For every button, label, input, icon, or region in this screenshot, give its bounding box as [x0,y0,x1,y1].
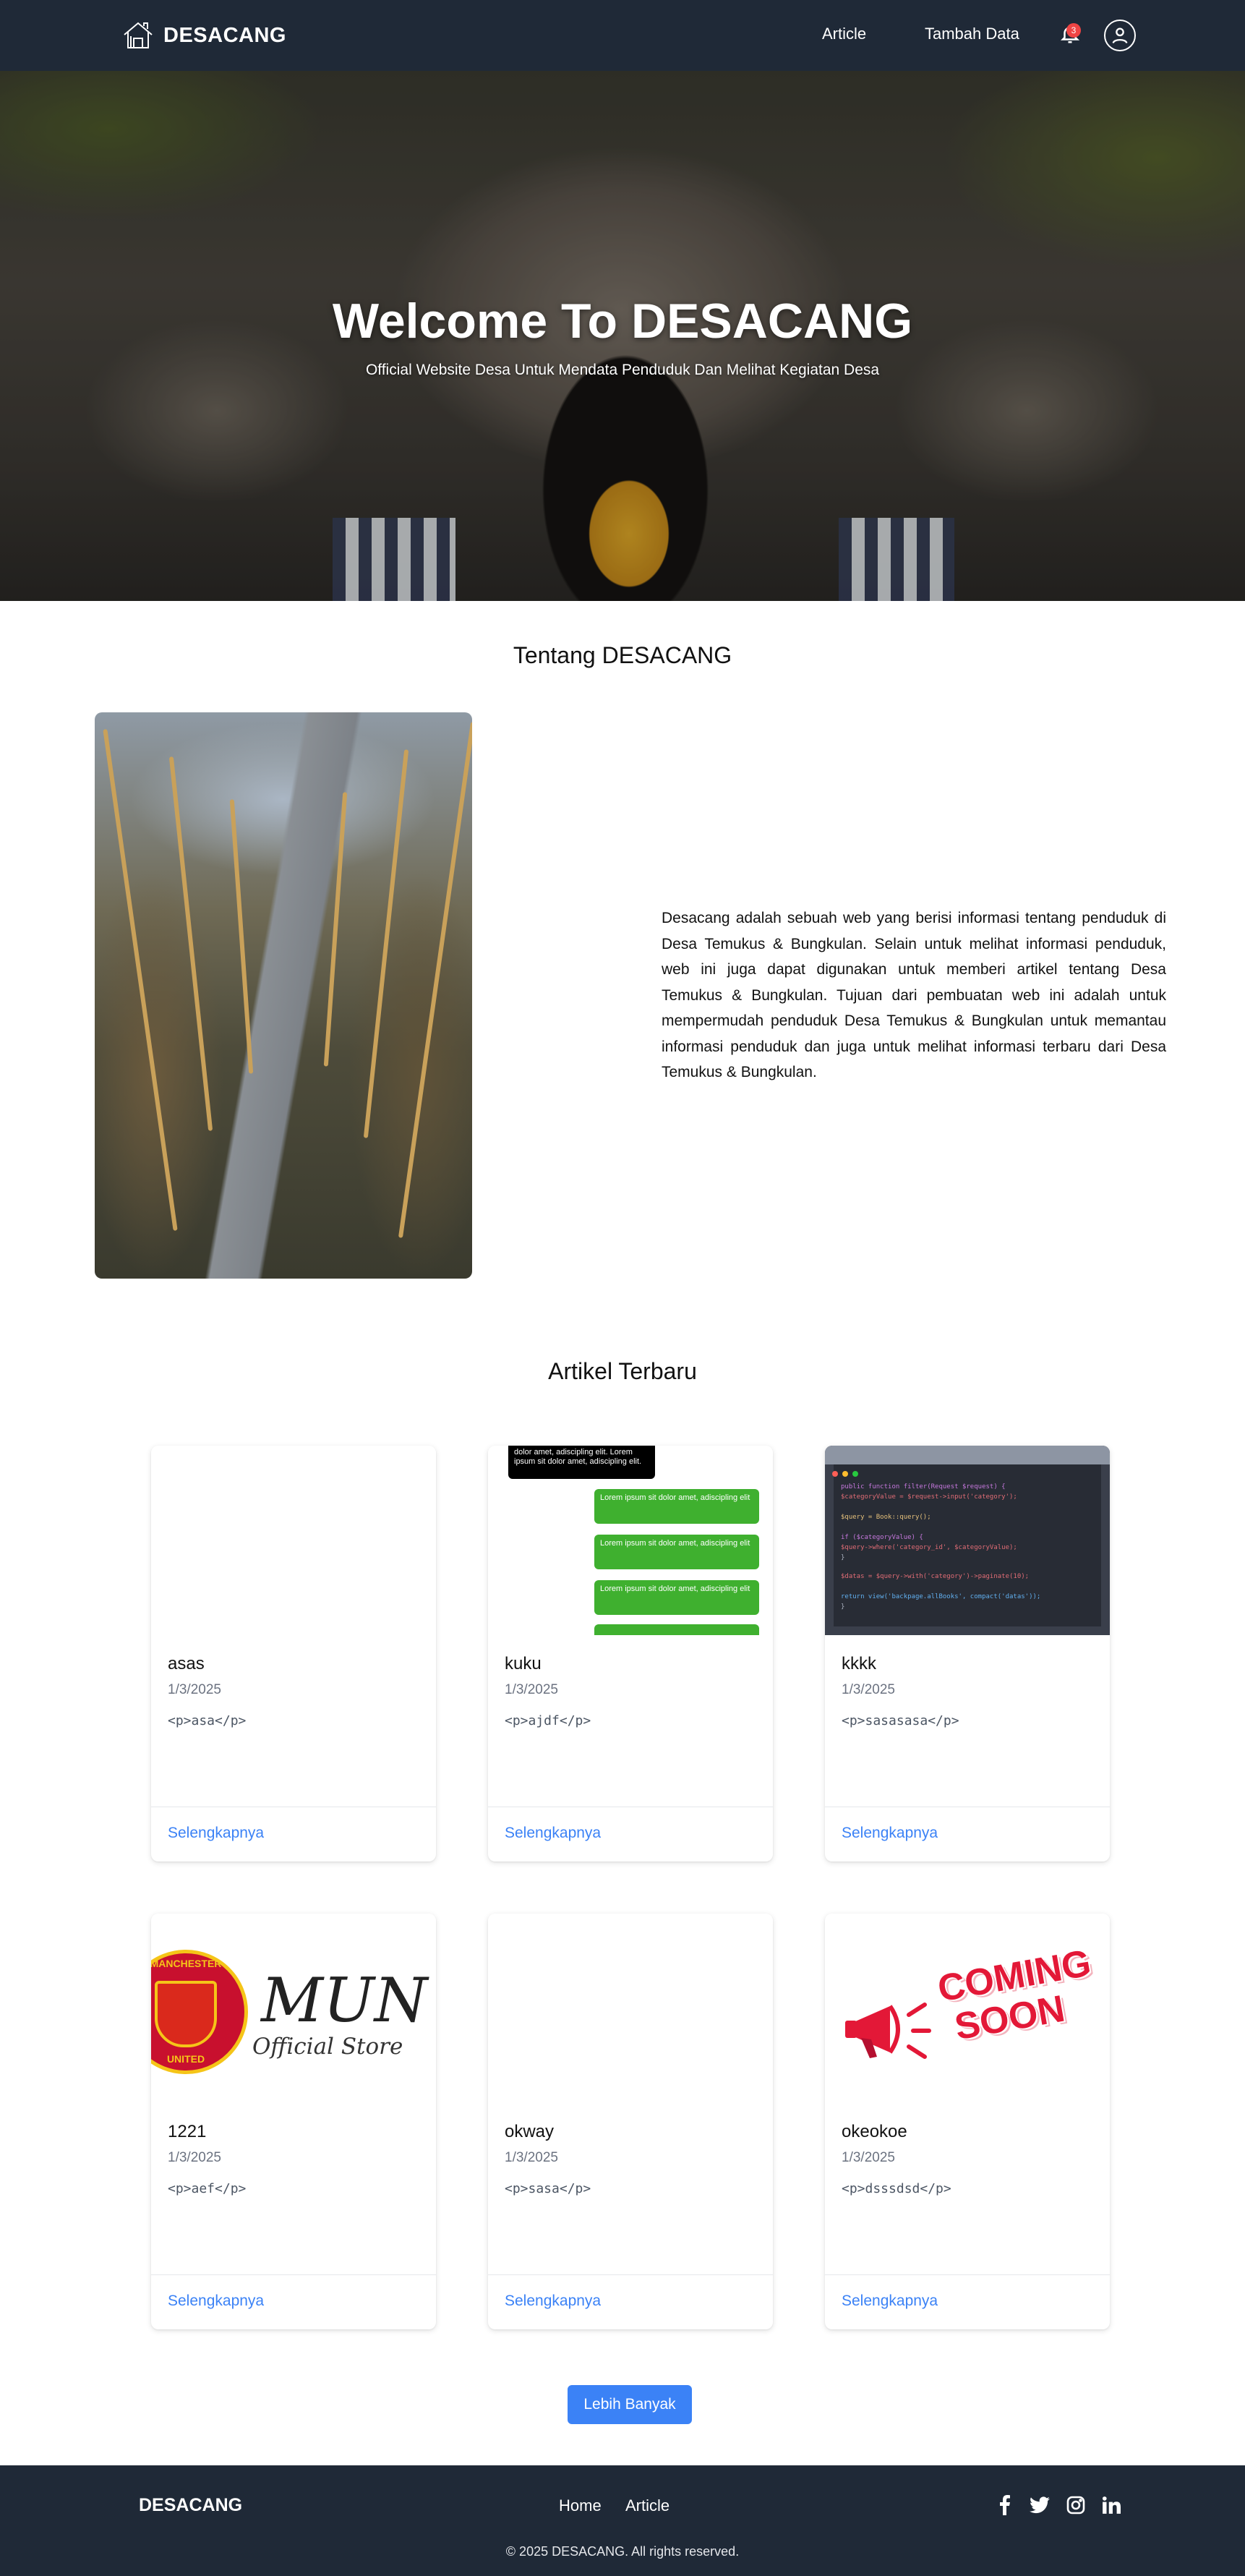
read-more-link[interactable]: Selengkapnya [505,2293,601,2310]
article-date: 1/3/2025 [168,1682,221,1697]
navbar: DESACANG Article Tambah Data 3 [0,0,1245,71]
house-icon [124,22,153,48]
article-date: 1/3/2025 [505,1682,558,1697]
code-line: $query->where('category_id', $categoryVa… [841,1544,1017,1551]
article-date: 1/3/2025 [168,2150,221,2165]
code-line: $categoryValue = $request->input('catego… [841,1493,1017,1501]
read-more-link[interactable]: Selengkapnya [505,1825,601,1842]
nav-link-article[interactable]: Article [822,25,866,43]
nav-link-tambah-data[interactable]: Tambah Data [925,25,1019,43]
linkedin-icon[interactable] [1100,2494,1122,2516]
article-card: public function filter(Request $request)… [825,1446,1110,1861]
chat-header-bubble: dolor amet, adiscipling elit. Lorem ipsu… [508,1446,655,1479]
read-more-link[interactable]: Selengkapnya [842,1825,938,1842]
chat-bubble: Lorem ipsum sit dolor amet, adiscipling … [594,1489,759,1524]
article-excerpt: <p>sasa</p> [505,2181,591,2196]
hero-title: Welcome To DESACANG [332,294,913,349]
article-card: MANCHESTER UNITED MUN Official Store 122… [151,1914,436,2329]
hero-subtitle: Official Website Desa Untuk Mendata Pend… [365,362,880,378]
article-excerpt: <p>dsssdsd</p> [842,2181,951,2196]
notification-badge: 3 [1066,23,1081,38]
mun-wordmark: MUN [261,1965,428,2036]
footer-link-home[interactable]: Home [559,2496,602,2515]
article-card: okway 1/3/2025 <p>sasa</p> Selengkapnya [488,1914,773,2329]
brand-logo[interactable]: DESACANG [121,19,286,52]
article-excerpt: <p>ajdf</p> [505,1713,591,1728]
load-more-button[interactable]: Lebih Banyak [568,2385,692,2424]
article-card: COMING SOON okeokoe 1/3/2025 <p>dsssdsd<… [825,1914,1110,2329]
code-line: return view('backpage.allBooks', compact… [841,1593,1041,1600]
brand-name: DESACANG [163,23,286,47]
article-card: dolor amet, adiscipling elit. Lorem ipsu… [488,1446,773,1861]
article-excerpt: <p>sasasasa</p> [842,1713,959,1728]
articles-title: Artikel Terbaru [548,1358,697,1384]
code-line: } [841,1554,845,1561]
article-date: 1/3/2025 [842,2150,895,2165]
article-thumbnail: public function filter(Request $request)… [825,1446,1110,1635]
chat-bubble [594,1624,759,1635]
article-excerpt: <p>asa</p> [168,1713,247,1728]
user-avatar-button[interactable] [1104,20,1136,51]
about-description: Desacang adalah sebuah web yang berisi i… [662,910,1166,1080]
facebook-icon[interactable] [994,2494,1016,2516]
read-more-link[interactable]: Selengkapnya [168,2293,264,2310]
chat-bubble: Lorem ipsum sit dolor amet, adiscipling … [594,1535,759,1569]
article-title[interactable]: asas [168,1654,205,1674]
code-line: } [841,1603,845,1611]
read-more-link[interactable]: Selengkapnya [842,2293,938,2310]
about-title: Tentang DESACANG [513,642,732,668]
article-thumbnail: MANCHESTER UNITED MUN Official Store [151,1914,436,2103]
article-excerpt: <p>aef</p> [168,2181,247,2196]
article-thumbnail: dolor amet, adiscipling elit. Lorem ipsu… [488,1446,773,1635]
article-thumbnail: COMING SOON [825,1914,1110,2103]
user-icon [1112,27,1128,44]
article-title[interactable]: okeokoe [842,2122,907,2142]
instagram-icon[interactable] [1065,2494,1087,2516]
code-screenshot: public function filter(Request $request)… [825,1446,1110,1635]
article-thumbnail [488,1914,773,2103]
megaphone-icon [845,2003,931,2059]
coming-soon-text: COMING SOON [935,1942,1101,2049]
code-line: if ($categoryValue) { [841,1534,923,1541]
about-image [95,712,472,1279]
article-title[interactable]: kuku [505,1654,542,1674]
footer: DESACANG Home Article © 2025 DESACANG. A… [0,2465,1245,2576]
official-store-text: Official Store [252,2034,403,2060]
chat-bubble: Lorem ipsum sit dolor amet, adiscipling … [594,1580,759,1615]
article-title[interactable]: okway [505,2122,554,2142]
twitter-icon[interactable] [1029,2494,1051,2516]
footer-link-article[interactable]: Article [625,2496,669,2515]
footer-copyright: © 2025 DESACANG. All rights reserved. [505,2544,740,2559]
code-line: $query = Book::query(); [841,1514,931,1521]
article-card: asas 1/3/2025 <p>asa</p> Selengkapnya [151,1446,436,1861]
article-title[interactable]: kkkk [842,1654,876,1674]
read-more-link[interactable]: Selengkapnya [168,1825,264,1842]
article-date: 1/3/2025 [505,2150,558,2165]
footer-brand: DESACANG [139,2495,243,2515]
code-line: $datas = $query->with('category')->pagin… [841,1573,1030,1580]
code-line: public function filter(Request $request)… [841,1483,1006,1490]
article-title[interactable]: 1221 [168,2122,206,2142]
article-date: 1/3/2025 [842,1682,895,1697]
manchester-united-crest: MANCHESTER UNITED [151,1950,248,2074]
article-thumbnail [151,1446,436,1635]
